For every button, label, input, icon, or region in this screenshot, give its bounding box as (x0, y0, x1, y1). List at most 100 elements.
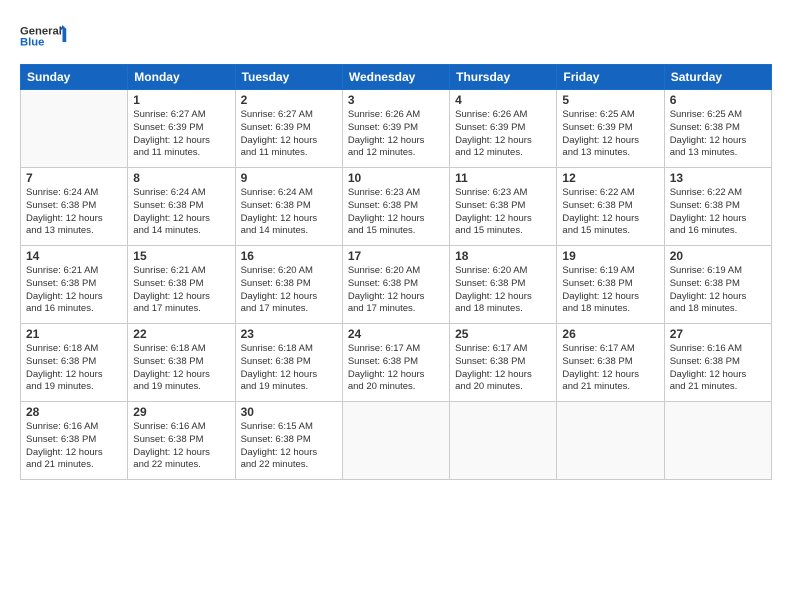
table-cell (21, 90, 128, 168)
table-cell: 15 Sunrise: 6:21 AM Sunset: 6:38 PM Dayli… (128, 246, 235, 324)
table-cell: 7 Sunrise: 6:24 AM Sunset: 6:38 PM Daylig… (21, 168, 128, 246)
day-info: Sunrise: 6:21 AM Sunset: 6:38 PM Dayligh… (133, 265, 229, 316)
table-cell: 1 Sunrise: 6:27 AM Sunset: 6:39 PM Daylig… (128, 90, 235, 168)
table-cell (557, 402, 664, 480)
day-info: Sunrise: 6:20 AM Sunset: 6:38 PM Dayligh… (348, 265, 444, 316)
week-row-2: 7 Sunrise: 6:24 AM Sunset: 6:38 PM Daylig… (21, 168, 772, 246)
table-cell: 8 Sunrise: 6:24 AM Sunset: 6:38 PM Daylig… (128, 168, 235, 246)
day-number: 28 (26, 405, 122, 419)
day-number: 18 (455, 249, 551, 263)
table-cell: 6 Sunrise: 6:25 AM Sunset: 6:38 PM Daylig… (664, 90, 771, 168)
day-info: Sunrise: 6:24 AM Sunset: 6:38 PM Dayligh… (26, 187, 122, 238)
table-cell: 13 Sunrise: 6:22 AM Sunset: 6:38 PM Dayli… (664, 168, 771, 246)
table-cell: 5Sunrise: 6:25 AM Sunset: 6:39 PM Daylig… (557, 90, 664, 168)
table-cell: 20Sunrise: 6:19 AM Sunset: 6:38 PM Dayli… (664, 246, 771, 324)
day-info: Sunrise: 6:17 AM Sunset: 6:38 PM Dayligh… (562, 343, 658, 394)
day-info: Sunrise: 6:25 AM Sunset: 6:39 PM Dayligh… (562, 109, 658, 160)
table-cell (664, 402, 771, 480)
week-row-3: 14 Sunrise: 6:21 AM Sunset: 6:38 PM Dayli… (21, 246, 772, 324)
day-info: Sunrise: 6:17 AM Sunset: 6:38 PM Dayligh… (348, 343, 444, 394)
weekday-thursday: Thursday (450, 65, 557, 90)
table-cell: 21 Sunrise: 6:18 AM Sunset: 6:38 PM Dayli… (21, 324, 128, 402)
svg-text:General: General (20, 25, 62, 37)
day-number: 29 (133, 405, 229, 419)
weekday-tuesday: Tuesday (235, 65, 342, 90)
day-number: 10 (348, 171, 444, 185)
day-number: 30 (241, 405, 337, 419)
day-info: Sunrise: 6:22 AM Sunset: 6:38 PM Dayligh… (562, 187, 658, 238)
page: General Blue SundayMondayTuesdayWednesda… (0, 0, 792, 490)
day-number: 11 (455, 171, 551, 185)
day-number: 21 (26, 327, 122, 341)
day-info: Sunrise: 6:17 AM Sunset: 6:38 PM Dayligh… (455, 343, 551, 394)
day-number: 13 (670, 171, 766, 185)
day-number: 26 (562, 327, 658, 341)
day-number: 14 (26, 249, 122, 263)
table-cell: 26 Sunrise: 6:17 AM Sunset: 6:38 PM Dayli… (557, 324, 664, 402)
logo-svg: General Blue (20, 16, 70, 56)
table-cell: 9 Sunrise: 6:24 AM Sunset: 6:38 PM Daylig… (235, 168, 342, 246)
day-info: Sunrise: 6:18 AM Sunset: 6:38 PM Dayligh… (26, 343, 122, 394)
table-cell: 2 Sunrise: 6:27 AM Sunset: 6:39 PM Daylig… (235, 90, 342, 168)
day-number: 16 (241, 249, 337, 263)
table-cell: 23 Sunrise: 6:18 AM Sunset: 6:38 PM Dayli… (235, 324, 342, 402)
day-number: 8 (133, 171, 229, 185)
day-number: 1 (133, 93, 229, 107)
table-cell: 17 Sunrise: 6:20 AM Sunset: 6:38 PM Dayli… (342, 246, 449, 324)
day-number: 20 (670, 249, 766, 263)
svg-text:Blue: Blue (20, 37, 44, 49)
day-number: 22 (133, 327, 229, 341)
day-info: Sunrise: 6:26 AM Sunset: 6:39 PM Dayligh… (348, 109, 444, 160)
weekday-header-row: SundayMondayTuesdayWednesdayThursdayFrid… (21, 65, 772, 90)
table-cell: 19 Sunrise: 6:19 AM Sunset: 6:38 PM Dayli… (557, 246, 664, 324)
day-info: Sunrise: 6:20 AM Sunset: 6:38 PM Dayligh… (241, 265, 337, 316)
calendar-table: SundayMondayTuesdayWednesdayThursdayFrid… (20, 64, 772, 480)
day-info: Sunrise: 6:16 AM Sunset: 6:38 PM Dayligh… (26, 421, 122, 472)
table-cell: 14Sunrise: 6:21 AM Sunset: 6:38 PM Dayli… (21, 246, 128, 324)
day-info: Sunrise: 6:24 AM Sunset: 6:38 PM Dayligh… (241, 187, 337, 238)
day-info: Sunrise: 6:15 AM Sunset: 6:38 PM Dayligh… (241, 421, 337, 472)
day-info: Sunrise: 6:24 AM Sunset: 6:38 PM Dayligh… (133, 187, 229, 238)
day-info: Sunrise: 6:19 AM Sunset: 6:38 PM Dayligh… (562, 265, 658, 316)
day-number: 4 (455, 93, 551, 107)
table-cell (342, 402, 449, 480)
logo: General Blue (20, 16, 70, 56)
day-number: 3 (348, 93, 444, 107)
day-number: 9 (241, 171, 337, 185)
day-number: 23 (241, 327, 337, 341)
table-cell: 11 Sunrise: 6:23 AM Sunset: 6:38 PM Dayli… (450, 168, 557, 246)
day-number: 12 (562, 171, 658, 185)
header: General Blue (20, 16, 772, 56)
day-info: Sunrise: 6:22 AM Sunset: 6:38 PM Dayligh… (670, 187, 766, 238)
day-info: Sunrise: 6:26 AM Sunset: 6:39 PM Dayligh… (455, 109, 551, 160)
day-info: Sunrise: 6:16 AM Sunset: 6:38 PM Dayligh… (670, 343, 766, 394)
day-info: Sunrise: 6:25 AM Sunset: 6:38 PM Dayligh… (670, 109, 766, 160)
day-number: 24 (348, 327, 444, 341)
day-info: Sunrise: 6:16 AM Sunset: 6:38 PM Dayligh… (133, 421, 229, 472)
table-cell: 16 Sunrise: 6:20 AM Sunset: 6:38 PM Dayli… (235, 246, 342, 324)
day-info: Sunrise: 6:27 AM Sunset: 6:39 PM Dayligh… (133, 109, 229, 160)
table-cell: 10Sunrise: 6:23 AM Sunset: 6:38 PM Dayli… (342, 168, 449, 246)
week-row-4: 21 Sunrise: 6:18 AM Sunset: 6:38 PM Dayli… (21, 324, 772, 402)
day-info: Sunrise: 6:23 AM Sunset: 6:38 PM Dayligh… (455, 187, 551, 238)
day-info: Sunrise: 6:18 AM Sunset: 6:38 PM Dayligh… (133, 343, 229, 394)
table-cell: 30 Sunrise: 6:15 AM Sunset: 6:38 PM Dayli… (235, 402, 342, 480)
table-cell: 4 Sunrise: 6:26 AM Sunset: 6:39 PM Daylig… (450, 90, 557, 168)
table-cell: 22 Sunrise: 6:18 AM Sunset: 6:38 PM Dayli… (128, 324, 235, 402)
table-cell: 29 Sunrise: 6:16 AM Sunset: 6:38 PM Dayli… (128, 402, 235, 480)
table-cell: 27Sunrise: 6:16 AM Sunset: 6:38 PM Dayli… (664, 324, 771, 402)
table-cell: 3 Sunrise: 6:26 AM Sunset: 6:39 PM Daylig… (342, 90, 449, 168)
table-cell (450, 402, 557, 480)
day-number: 7 (26, 171, 122, 185)
day-info: Sunrise: 6:20 AM Sunset: 6:38 PM Dayligh… (455, 265, 551, 316)
day-number: 17 (348, 249, 444, 263)
table-cell: 25Sunrise: 6:17 AM Sunset: 6:38 PM Dayli… (450, 324, 557, 402)
day-info: Sunrise: 6:27 AM Sunset: 6:39 PM Dayligh… (241, 109, 337, 160)
table-cell: 12 Sunrise: 6:22 AM Sunset: 6:38 PM Dayli… (557, 168, 664, 246)
day-number: 19 (562, 249, 658, 263)
day-number: 6 (670, 93, 766, 107)
weekday-wednesday: Wednesday (342, 65, 449, 90)
day-number: 15 (133, 249, 229, 263)
day-info: Sunrise: 6:18 AM Sunset: 6:38 PM Dayligh… (241, 343, 337, 394)
day-number: 2 (241, 93, 337, 107)
